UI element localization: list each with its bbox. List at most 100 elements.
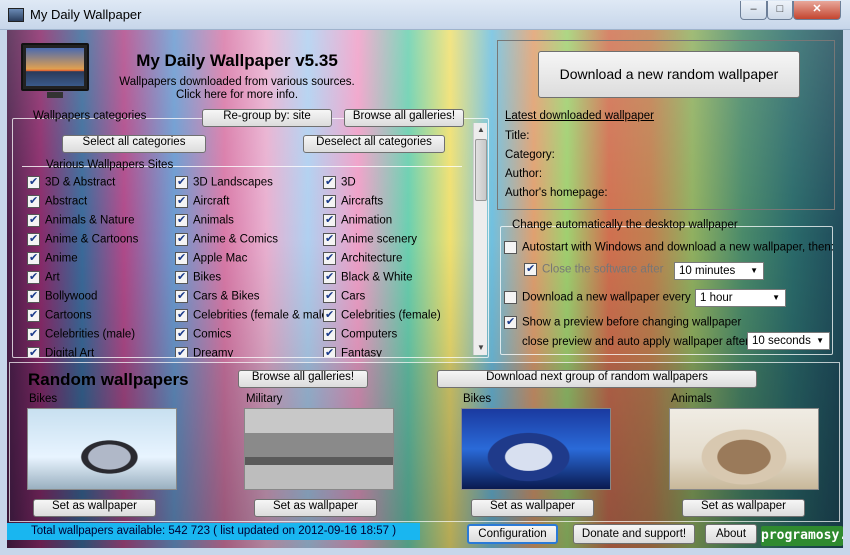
category-checkbox[interactable] <box>27 194 40 208</box>
close-after-option[interactable]: Close the software after <box>524 262 663 276</box>
maximize-button[interactable]: □ <box>767 1 793 20</box>
category-checkbox[interactable] <box>323 213 336 227</box>
category-checkbox-row[interactable]: Anime <box>27 251 78 268</box>
donate-button[interactable]: Donate and support! <box>573 524 695 544</box>
thumb-3-image[interactable] <box>461 408 611 490</box>
category-checkbox-row[interactable]: Anime scenery <box>323 232 417 249</box>
category-checkbox-row[interactable]: Animals <box>175 213 234 230</box>
category-checkbox-row[interactable]: Computers <box>323 327 397 344</box>
category-checkbox-row[interactable]: Dreamy <box>175 346 233 357</box>
category-checkbox-row[interactable]: Anime & Cartoons <box>27 232 138 249</box>
category-scrollbar[interactable]: ▲ ▼ <box>473 123 487 355</box>
select-all-button[interactable]: Select all categories <box>62 135 206 153</box>
category-checkbox[interactable] <box>27 308 40 322</box>
category-checkbox-row[interactable]: Cars <box>323 289 365 306</box>
category-checkbox-row[interactable]: Bollywood <box>27 289 97 306</box>
category-checkbox-row[interactable]: Aircrafts <box>323 194 383 211</box>
category-checkbox[interactable] <box>27 251 40 265</box>
more-info-link[interactable]: Click here for more info. <box>67 89 407 101</box>
category-checkbox[interactable] <box>323 327 336 341</box>
browse-galleries-button[interactable]: Browse all galleries! <box>344 109 464 127</box>
category-checkbox[interactable] <box>323 289 336 303</box>
category-checkbox-row[interactable]: Black & White <box>323 270 413 287</box>
category-checkbox[interactable] <box>323 251 336 265</box>
thumb-4-image[interactable] <box>669 408 819 490</box>
category-checkbox[interactable] <box>175 346 188 357</box>
configuration-button[interactable]: Configuration <box>467 524 558 544</box>
category-checkbox-row[interactable]: Anime & Comics <box>175 232 278 249</box>
download-next-group-button[interactable]: Download next group of random wallpapers <box>437 370 757 388</box>
category-checkbox-row[interactable]: Celebrities (female) <box>323 308 441 325</box>
category-checkbox[interactable] <box>323 175 336 189</box>
category-checkbox[interactable] <box>175 251 188 265</box>
category-checkbox-row[interactable]: Art <box>27 270 60 287</box>
category-checkbox[interactable] <box>175 175 188 189</box>
download-every-option[interactable]: Download a new wallpaper every <box>504 291 691 304</box>
category-checkbox[interactable] <box>27 327 40 341</box>
category-checkbox-row[interactable]: Cars & Bikes <box>175 289 259 306</box>
minimize-button[interactable]: – <box>740 1 767 20</box>
scroll-up-icon[interactable]: ▲ <box>474 123 488 137</box>
download-every-select[interactable]: 1 hour ▼ <box>695 289 786 307</box>
preview-option[interactable]: Show a preview before changing wallpaper <box>504 315 741 329</box>
category-checkbox[interactable] <box>27 232 40 246</box>
category-checkbox-row[interactable]: Architecture <box>323 251 402 268</box>
category-label: Anime & Comics <box>193 233 278 246</box>
category-checkbox[interactable] <box>175 232 188 246</box>
thumb-2-image[interactable] <box>244 408 394 490</box>
app-subtitle[interactable]: Wallpapers downloaded from various sourc… <box>67 76 407 88</box>
autostart-checkbox[interactable] <box>504 241 517 254</box>
close-after-select[interactable]: 10 minutes ▼ <box>674 262 764 280</box>
category-checkbox-row[interactable]: Animation <box>323 213 392 230</box>
category-checkbox-row[interactable]: Apple Mac <box>175 251 247 268</box>
set-wallpaper-3-button[interactable]: Set as wallpaper <box>471 499 594 517</box>
scroll-down-icon[interactable]: ▼ <box>474 341 488 355</box>
category-checkbox[interactable] <box>323 194 336 208</box>
category-checkbox-row[interactable]: Bikes <box>175 270 221 287</box>
category-checkbox[interactable] <box>27 270 40 284</box>
about-button[interactable]: About <box>705 524 757 544</box>
category-checkbox[interactable] <box>175 308 188 322</box>
latest-wallpaper-link[interactable]: Latest downloaded wallpaper <box>505 110 654 122</box>
regroup-button[interactable]: Re-group by: site <box>202 109 332 127</box>
category-checkbox[interactable] <box>27 289 40 303</box>
category-checkbox-row[interactable]: Animals & Nature <box>27 213 134 230</box>
category-checkbox[interactable] <box>175 289 188 303</box>
category-checkbox-row[interactable]: Celebrities (male) <box>27 327 135 344</box>
scroll-thumb[interactable] <box>475 139 487 201</box>
category-checkbox[interactable] <box>27 346 40 357</box>
deselect-all-button[interactable]: Deselect all categories <box>303 135 445 153</box>
close-button[interactable]: ✕ <box>793 1 841 20</box>
category-checkbox[interactable] <box>323 232 336 246</box>
category-checkbox-row[interactable]: Fantasy <box>323 346 382 357</box>
category-checkbox[interactable] <box>175 327 188 341</box>
set-wallpaper-2-button[interactable]: Set as wallpaper <box>254 499 377 517</box>
category-checkbox[interactable] <box>27 175 40 189</box>
preview-select[interactable]: 10 seconds ▼ <box>747 332 830 350</box>
category-checkbox[interactable] <box>175 213 188 227</box>
set-wallpaper-1-button[interactable]: Set as wallpaper <box>33 499 156 517</box>
category-checkbox-row[interactable]: Digital Art <box>27 346 94 357</box>
category-checkbox[interactable] <box>323 270 336 284</box>
category-checkbox-row[interactable]: Aircraft <box>175 194 229 211</box>
browse-galleries-bottom-button[interactable]: Browse all galleries! <box>238 370 368 388</box>
close-after-checkbox[interactable] <box>524 262 537 276</box>
set-wallpaper-4-button[interactable]: Set as wallpaper <box>682 499 805 517</box>
category-checkbox-row[interactable]: Comics <box>175 327 231 344</box>
category-checkbox-row[interactable]: 3D & Abstract <box>27 175 115 192</box>
thumb-1-image[interactable] <box>27 408 177 490</box>
category-checkbox[interactable] <box>175 270 188 284</box>
download-every-checkbox[interactable] <box>504 291 517 304</box>
category-checkbox-row[interactable]: 3D Landscapes <box>175 175 273 192</box>
category-checkbox[interactable] <box>27 213 40 227</box>
category-checkbox-row[interactable]: 3D <box>323 175 356 192</box>
category-checkbox-row[interactable]: Cartoons <box>27 308 92 325</box>
autostart-option[interactable]: Autostart with Windows and download a ne… <box>504 241 834 254</box>
category-checkbox-row[interactable]: Abstract <box>27 194 87 211</box>
category-checkbox-row[interactable]: Celebrities (female & male) <box>175 308 332 325</box>
category-checkbox[interactable] <box>175 194 188 208</box>
category-checkbox[interactable] <box>323 308 336 322</box>
preview-checkbox[interactable] <box>504 315 517 329</box>
download-random-button[interactable]: Download a new random wallpaper <box>538 51 800 98</box>
category-checkbox[interactable] <box>323 346 336 357</box>
